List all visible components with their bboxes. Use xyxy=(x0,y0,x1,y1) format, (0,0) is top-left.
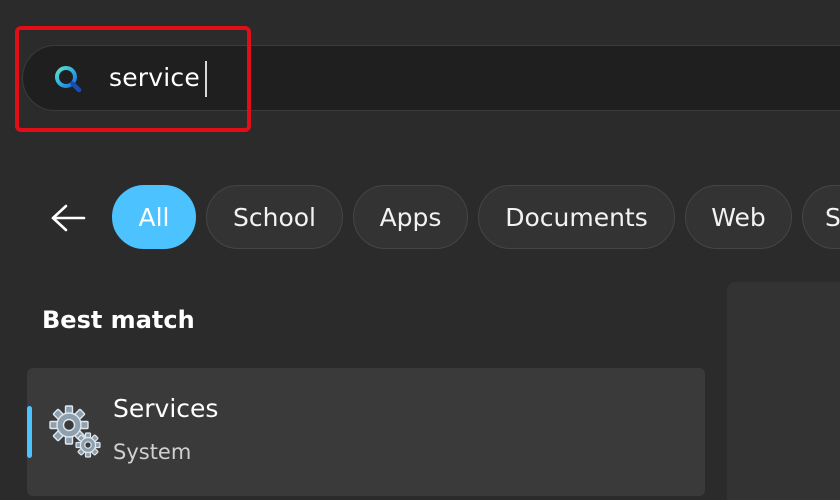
search-icon xyxy=(55,66,82,93)
filter-chip-school[interactable]: School xyxy=(206,185,343,249)
search-window: service All School Apps Documents Web S … xyxy=(0,0,840,500)
result-title: Services xyxy=(113,394,219,423)
selection-indicator xyxy=(27,406,32,458)
best-match-heading: Best match xyxy=(42,306,195,334)
filter-chip-apps[interactable]: Apps xyxy=(353,185,468,249)
filter-chip-all[interactable]: All xyxy=(112,185,196,249)
preview-panel xyxy=(727,282,840,500)
search-input[interactable]: service xyxy=(109,62,200,94)
text-caret xyxy=(205,61,207,97)
best-match-result[interactable]: Services System xyxy=(27,368,705,496)
result-subtitle: System xyxy=(113,440,192,464)
back-button[interactable] xyxy=(44,194,92,242)
filter-chip-partial[interactable]: S xyxy=(802,185,840,249)
filter-chip-documents[interactable]: Documents xyxy=(478,185,675,249)
back-arrow-icon xyxy=(51,204,86,232)
search-bar[interactable]: service xyxy=(22,45,840,111)
filter-chip-web[interactable]: Web xyxy=(685,185,792,249)
gears-icon xyxy=(49,405,101,458)
